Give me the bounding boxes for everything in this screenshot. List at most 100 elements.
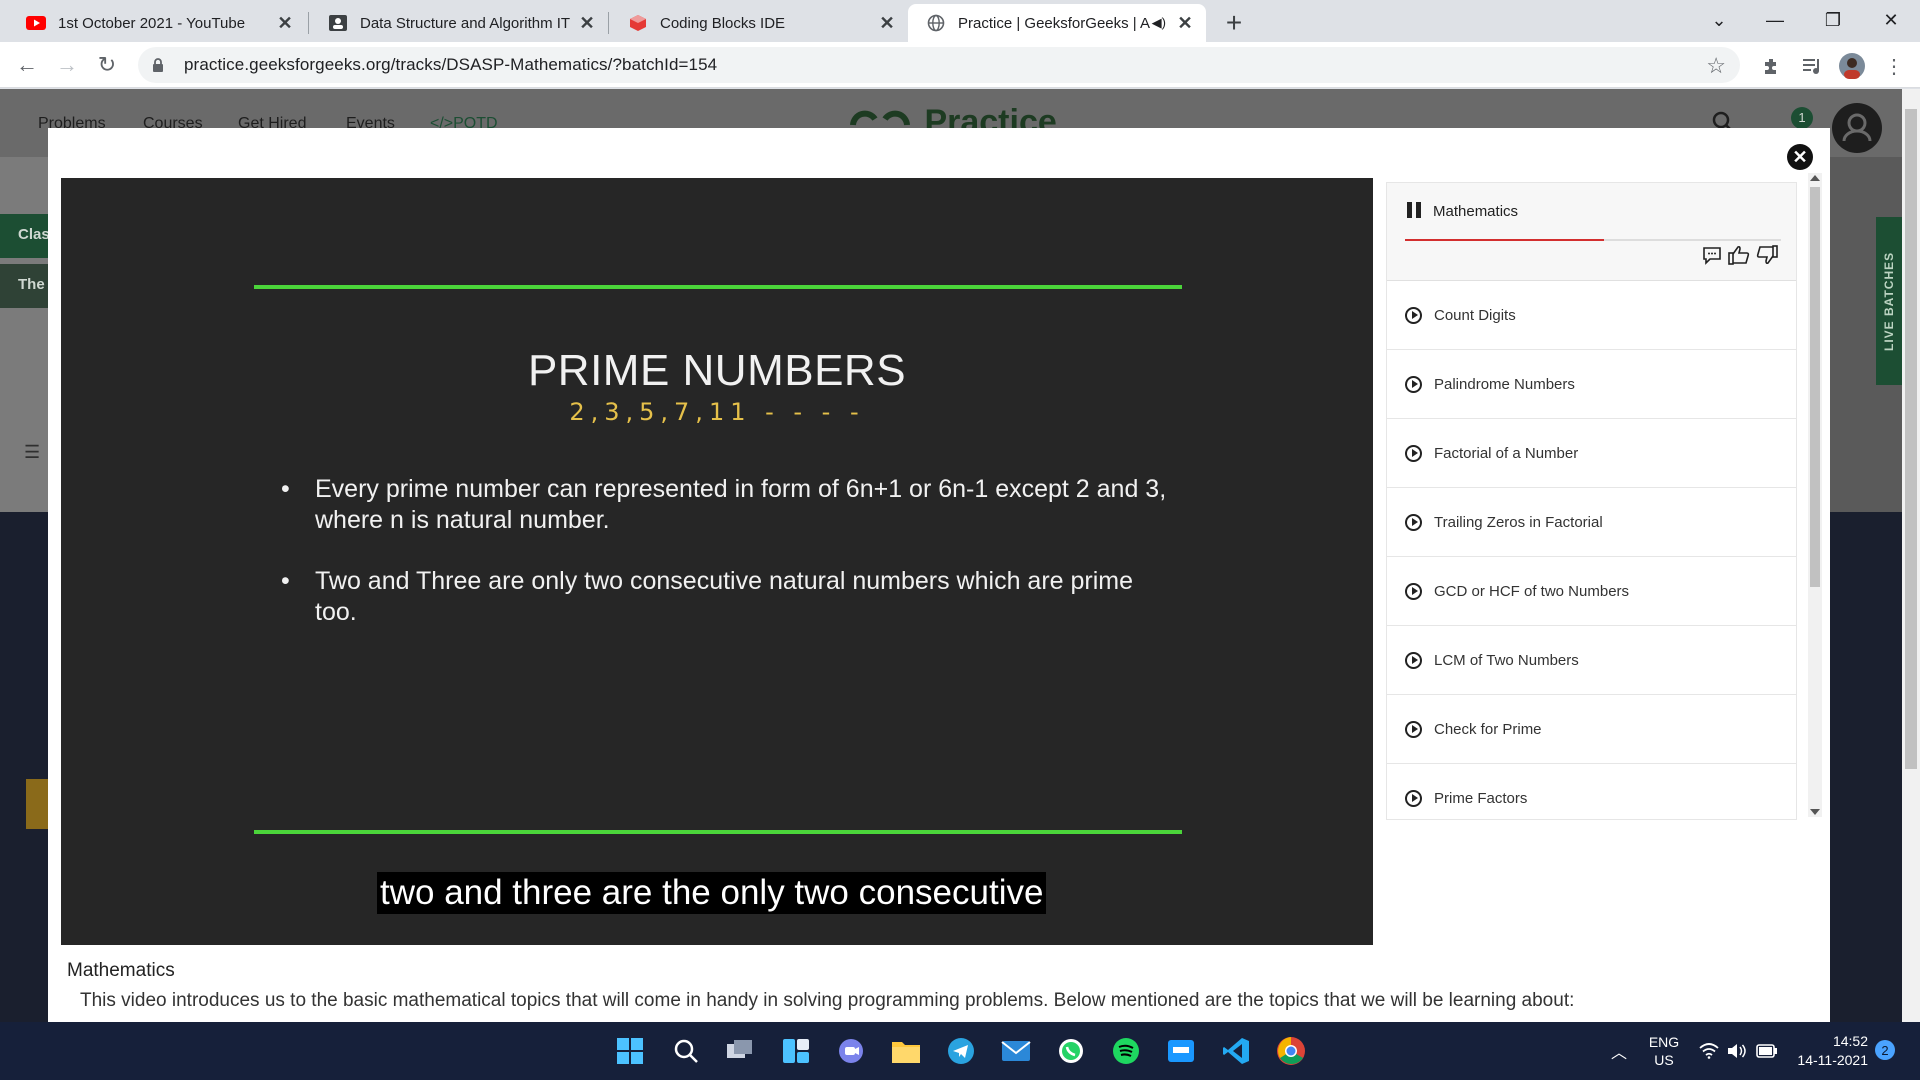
tab-separator bbox=[608, 12, 609, 34]
close-tab-icon[interactable]: ✕ bbox=[274, 12, 296, 34]
profile-avatar[interactable] bbox=[1838, 52, 1866, 80]
back-icon[interactable]: ← bbox=[12, 50, 42, 80]
close-tab-icon[interactable]: ✕ bbox=[576, 12, 598, 34]
language-code: ENG bbox=[1648, 1034, 1680, 1050]
forward-icon[interactable]: → bbox=[52, 50, 82, 80]
live-batches-tab[interactable]: LIVE BATCHES bbox=[1876, 217, 1902, 385]
playlist-item[interactable]: Factorial of a Number bbox=[1387, 419, 1796, 488]
tab-title: Coding Blocks IDE bbox=[660, 14, 786, 32]
page-orange-block bbox=[26, 779, 48, 829]
lock-icon[interactable] bbox=[152, 57, 166, 73]
tab-title: Practice | GeeksforGeeks | A c bbox=[958, 14, 1152, 32]
scroll-up-icon[interactable] bbox=[1810, 175, 1820, 181]
playlist-item[interactable]: GCD or HCF of two Numbers bbox=[1387, 557, 1796, 626]
tab-coding-blocks[interactable]: Coding Blocks IDE ✕ bbox=[610, 4, 908, 42]
play-circle-icon bbox=[1405, 306, 1422, 324]
play-circle-icon bbox=[1405, 720, 1422, 738]
telegram-icon[interactable] bbox=[943, 1033, 979, 1069]
slide-title: PRIME NUMBERS bbox=[527, 346, 907, 395]
media-control-icon[interactable] bbox=[1798, 52, 1826, 80]
slide-bullet: • Every prime number can represented in f… bbox=[281, 474, 1175, 536]
search-icon[interactable] bbox=[668, 1033, 704, 1069]
prime-video-icon[interactable] bbox=[1163, 1033, 1199, 1069]
playlist-item[interactable]: Palindrome Numbers bbox=[1387, 350, 1796, 419]
thumbs-up-icon[interactable] bbox=[1728, 245, 1750, 271]
close-tab-icon[interactable]: ✕ bbox=[1174, 12, 1196, 34]
teams-chat-icon[interactable] bbox=[833, 1033, 869, 1069]
playlist-panel: Mathematics Count Digits Palindrome Numb… bbox=[1386, 182, 1797, 820]
left-label-class[interactable]: Clas bbox=[0, 214, 50, 258]
playlist-item-label: Prime Factors bbox=[1434, 789, 1528, 807]
minimize-button[interactable]: — bbox=[1746, 0, 1804, 40]
task-view-icon[interactable] bbox=[722, 1033, 758, 1069]
tab-geeksforgeeks[interactable]: Practice | GeeksforGeeks | A c ◀) ✕ bbox=[908, 4, 1206, 42]
slide-bottom-line bbox=[254, 830, 1182, 834]
tab-dsa-classroom[interactable]: Data Structure and Algorithm IT ✕ bbox=[310, 4, 608, 42]
close-modal-icon[interactable]: ✕ bbox=[1787, 144, 1813, 170]
thumbs-down-icon[interactable] bbox=[1756, 245, 1778, 271]
address-bar[interactable]: practice.geeksforgeeks.org/tracks/DSASP-… bbox=[138, 47, 1740, 83]
url-text: practice.geeksforgeeks.org/tracks/DSASP-… bbox=[184, 55, 718, 74]
new-tab-button[interactable]: + bbox=[1218, 7, 1250, 39]
description-text: This video introduces us to the basic ma… bbox=[80, 990, 1575, 1011]
close-window-button[interactable]: ✕ bbox=[1862, 0, 1920, 40]
playlist-item[interactable]: Trailing Zeros in Factorial bbox=[1387, 488, 1796, 557]
widgets-icon[interactable] bbox=[778, 1033, 814, 1069]
speaker-icon[interactable]: ◀) bbox=[1152, 15, 1166, 31]
mail-icon[interactable] bbox=[998, 1033, 1034, 1069]
tab-youtube[interactable]: 1st October 2021 - YouTube ✕ bbox=[8, 4, 306, 42]
slide-top-line bbox=[254, 285, 1182, 289]
playlist-item-label: LCM of Two Numbers bbox=[1434, 651, 1579, 669]
wifi-icon[interactable] bbox=[1696, 1022, 1722, 1080]
maximize-button[interactable]: ❐ bbox=[1804, 0, 1862, 40]
notification-badge[interactable]: 1 bbox=[1791, 107, 1813, 129]
tab-search-icon[interactable]: ⌄ bbox=[1690, 0, 1748, 40]
playlist-item-label: Trailing Zeros in Factorial bbox=[1434, 513, 1603, 531]
spotify-icon[interactable] bbox=[1108, 1033, 1144, 1069]
page-scrollbar-thumb[interactable] bbox=[1905, 109, 1917, 769]
classroom-icon bbox=[328, 13, 348, 33]
file-explorer-icon[interactable] bbox=[888, 1033, 924, 1069]
clock[interactable]: 14:52 14-11-2021 bbox=[1792, 1022, 1868, 1080]
extensions-icon[interactable] bbox=[1758, 52, 1786, 80]
left-label-the[interactable]: The bbox=[0, 264, 48, 308]
play-circle-icon bbox=[1405, 444, 1422, 462]
video-player[interactable]: PRIME NUMBERS 2,3,5,7,11 - - - - • Every … bbox=[61, 178, 1373, 945]
playlist-progress-fill bbox=[1405, 239, 1605, 241]
page-scrollbar[interactable] bbox=[1902, 89, 1920, 1022]
show-hidden-icons[interactable]: ︿ bbox=[1604, 1022, 1634, 1080]
close-tab-icon[interactable]: ✕ bbox=[876, 12, 898, 34]
reload-icon[interactable]: ↻ bbox=[92, 50, 122, 80]
playlist-scrollbar[interactable] bbox=[1808, 173, 1822, 817]
playlist-item[interactable]: Count Digits bbox=[1387, 281, 1796, 350]
description-title: Mathematics bbox=[67, 960, 175, 981]
play-circle-icon bbox=[1405, 789, 1422, 807]
playlist-item[interactable]: Prime Factors bbox=[1387, 764, 1796, 819]
comment-icon[interactable] bbox=[1702, 245, 1722, 271]
bullet-dot: • bbox=[281, 567, 290, 595]
volume-icon[interactable] bbox=[1724, 1022, 1750, 1080]
play-circle-icon bbox=[1405, 582, 1422, 600]
browser-menu-icon[interactable]: ⋮ bbox=[1880, 52, 1908, 80]
playlist-item-label: Palindrome Numbers bbox=[1434, 375, 1575, 393]
scroll-down-icon[interactable] bbox=[1810, 809, 1820, 815]
playlist-item[interactable]: Check for Prime bbox=[1387, 695, 1796, 764]
windows-start-icon[interactable] bbox=[612, 1033, 648, 1069]
bookmark-star-icon[interactable]: ☆ bbox=[1706, 53, 1726, 79]
battery-icon[interactable] bbox=[1754, 1022, 1780, 1080]
playlist-item[interactable]: LCM of Two Numbers bbox=[1387, 626, 1796, 695]
vscode-icon[interactable] bbox=[1218, 1033, 1254, 1069]
pause-icon[interactable] bbox=[1407, 202, 1421, 218]
list-icon[interactable]: ☰ bbox=[24, 442, 40, 463]
coding-blocks-icon bbox=[628, 13, 648, 33]
playlist-scrollbar-thumb[interactable] bbox=[1810, 187, 1820, 587]
playlist-item-label: Count Digits bbox=[1434, 306, 1516, 324]
slide-bullet: • Two and Three are only two consecutive … bbox=[281, 566, 1175, 628]
play-circle-icon bbox=[1405, 375, 1422, 393]
user-avatar[interactable] bbox=[1832, 103, 1882, 153]
language-indicator[interactable]: ENG US bbox=[1644, 1022, 1684, 1080]
bullet-dot: • bbox=[281, 475, 290, 503]
chrome-icon[interactable] bbox=[1273, 1033, 1309, 1069]
notification-center-badge[interactable]: 2 bbox=[1875, 1040, 1895, 1060]
whatsapp-icon[interactable] bbox=[1053, 1033, 1089, 1069]
